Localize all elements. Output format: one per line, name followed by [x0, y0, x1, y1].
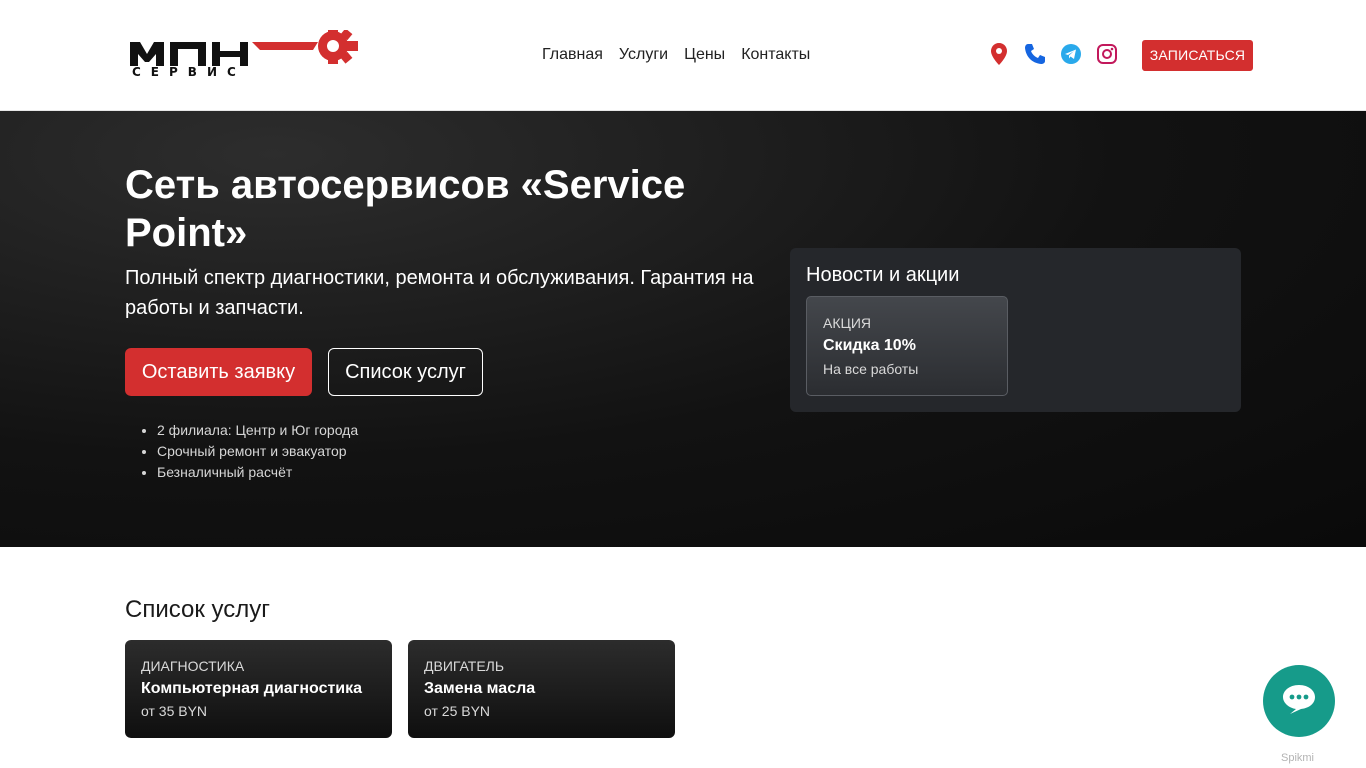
svg-text:СЕРВИС: СЕРВИС	[132, 65, 246, 78]
telegram-icon[interactable]	[1060, 43, 1082, 65]
service-name: Компьютерная диагностика	[141, 680, 363, 697]
hero-title: Сеть автосервисов «Service Point»	[125, 163, 686, 255]
list-item: Срочный ремонт и эвакуатор	[157, 441, 358, 462]
logo[interactable]: СЕРВИС	[128, 28, 360, 79]
news-panel: Новости и акции АКЦИЯ Скидка 10% На все …	[790, 248, 1241, 412]
service-tag: ДИАГНОСТИКА	[141, 658, 245, 674]
gear-logo-mark	[318, 28, 358, 64]
promo-description: На все работы	[823, 361, 919, 377]
nav-item-home[interactable]: Главная	[542, 45, 603, 65]
service-price: от 25 BYN	[424, 703, 491, 719]
nav-item-services[interactable]: Услуги	[619, 45, 668, 65]
chat-widget-button[interactable]	[1263, 665, 1335, 737]
hero-section: Сеть автосервисов «Service Point» Полный…	[0, 111, 1366, 547]
book-button[interactable]: ЗАПИСАТЬСЯ	[1142, 40, 1253, 71]
header-icons	[988, 43, 1118, 65]
list-item: Безналичный расчёт	[157, 462, 358, 483]
main-nav: Главная Услуги Цены Контакты	[542, 45, 810, 65]
promo-card[interactable]: АКЦИЯ Скидка 10% На все работы	[806, 296, 1008, 396]
services-list-button[interactable]: Список услуг	[328, 348, 483, 396]
service-card[interactable]: ДИАГНОСТИКА Компьютерная диагностика от …	[125, 640, 392, 738]
promo-tag: АКЦИЯ	[823, 315, 872, 331]
nav-item-contacts[interactable]: Контакты	[741, 45, 810, 65]
service-card[interactable]: ДВИГАТЕЛЬ Замена масла от 25 BYN	[408, 640, 675, 738]
list-item: 2 филиала: Центр и Юг города	[157, 420, 358, 441]
feature-list: 2 филиала: Центр и Юг города Срочный рем…	[157, 420, 358, 483]
phone-icon[interactable]	[1024, 43, 1046, 65]
site-header: СЕРВИС Главная Услуги Цены Контакты ЗАПИ…	[0, 0, 1366, 111]
service-name: Замена масла	[424, 680, 536, 697]
leave-request-button[interactable]: Оставить заявку	[125, 348, 312, 396]
chat-brand-label: Spikmi	[1281, 752, 1315, 764]
promo-headline: Скидка 10%	[823, 337, 916, 354]
chat-bubble-icon	[1281, 683, 1317, 720]
service-tag: ДВИГАТЕЛЬ	[424, 658, 505, 674]
news-title: Новости и акции	[806, 264, 960, 286]
service-price: от 35 BYN	[141, 703, 208, 719]
services-title: Список услуг	[125, 596, 271, 623]
location-icon[interactable]	[988, 43, 1010, 65]
instagram-icon[interactable]	[1096, 43, 1118, 65]
nav-item-prices[interactable]: Цены	[684, 45, 725, 65]
hero-subtitle: Полный спектр диагностики, ремонта и обс…	[125, 267, 754, 319]
